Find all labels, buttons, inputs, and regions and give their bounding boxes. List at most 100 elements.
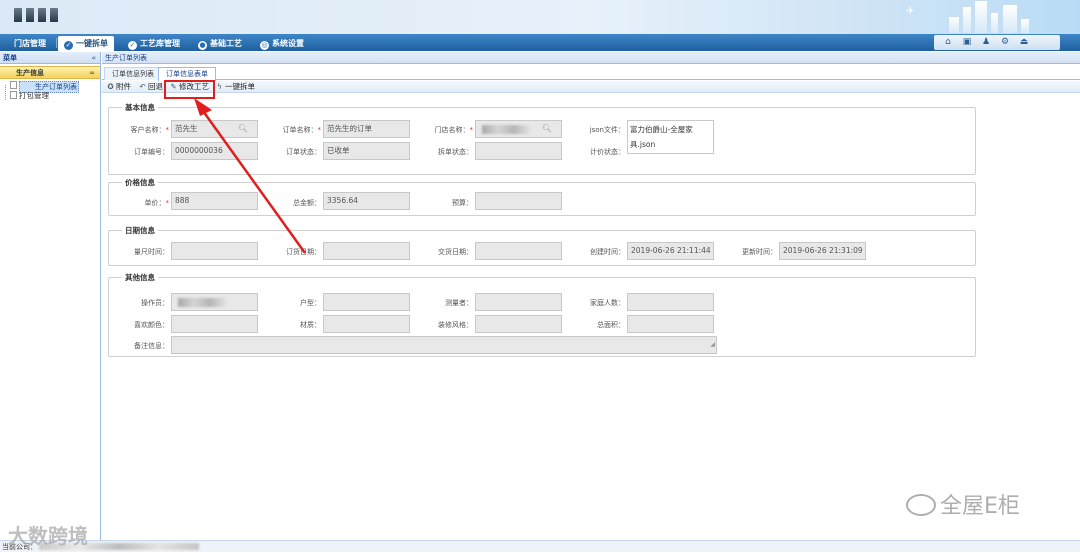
unit-price-label: 单价：* bbox=[144, 199, 170, 207]
house-type-label: 户型： bbox=[300, 299, 321, 307]
nav-tab-one-click-split[interactable]: ✓ 一键拆单 bbox=[58, 36, 114, 51]
measure-time-label: 量尺时间： bbox=[134, 248, 169, 256]
calendar-icon[interactable]: ▣ bbox=[961, 37, 973, 48]
measurer-field[interactable] bbox=[475, 293, 562, 311]
highlight-box bbox=[164, 80, 215, 99]
total-amount-label: 总金额： bbox=[293, 199, 321, 207]
compass-icon: ● bbox=[198, 41, 207, 50]
updated-time-field[interactable]: 2019-06-26 21:31:09 bbox=[779, 242, 866, 260]
customer-name-field[interactable]: 范先生 🔍︎ bbox=[171, 120, 258, 138]
check-circle-icon: ✓ bbox=[128, 41, 137, 50]
operator-field[interactable] bbox=[171, 293, 258, 311]
family-size-label: 家庭人数： bbox=[590, 299, 625, 307]
remark-label: 备注信息： bbox=[134, 342, 169, 350]
material-label: 材质： bbox=[300, 321, 321, 329]
back-icon: ↶ bbox=[139, 82, 146, 91]
updated-time-label: 更新时间： bbox=[742, 248, 777, 256]
created-time-field[interactable]: 2019-06-26 21:11:44 bbox=[627, 242, 714, 260]
home-icon[interactable]: ⌂ bbox=[942, 37, 954, 48]
document-icon bbox=[10, 91, 17, 99]
customer-name-label: 客户名称：* bbox=[130, 126, 170, 134]
nav-tab-store-management[interactable]: 门店管理 bbox=[8, 36, 52, 51]
section-date-info: 日期信息 量尺时间： 订货日期： 交货日期： 创建时间： 2019-06-26 … bbox=[108, 225, 976, 266]
lightning-icon: ϟ bbox=[217, 82, 222, 91]
delivery-date-field[interactable] bbox=[475, 242, 562, 260]
gear-icon[interactable]: ⚙ bbox=[999, 37, 1011, 48]
total-amount-field[interactable]: 3356.64 bbox=[323, 192, 410, 210]
order-status-field[interactable]: 已收单 bbox=[323, 142, 410, 160]
attachment-icon: ✪ bbox=[107, 82, 114, 91]
section-title: 基本信息 bbox=[122, 102, 158, 113]
sidebar: 菜单 « 生产信息 ≈ 生产订单列表 打包管理 bbox=[0, 52, 101, 540]
search-icon[interactable]: 🔍︎ bbox=[238, 121, 248, 137]
city-skyline-graphic bbox=[940, 0, 1050, 34]
resize-handle-icon[interactable]: ◢ bbox=[710, 337, 715, 353]
total-area-field[interactable] bbox=[627, 315, 714, 333]
decor-style-label: 装修风格： bbox=[438, 321, 473, 329]
action-toolbar: ✪ 附件 ↶ 回退 ✎ 修改工艺 ϟ 一键拆单 bbox=[102, 81, 1080, 93]
section-title: 其他信息 bbox=[122, 272, 158, 283]
remark-textarea[interactable]: ◢ bbox=[171, 336, 717, 354]
section-price-info: 价格信息 单价：* 888 总金额： 3356.64 预算： bbox=[108, 177, 976, 216]
tab-order-info-list[interactable]: 订单信息列表 bbox=[104, 67, 162, 80]
measurer-label: 测量者： bbox=[445, 299, 473, 307]
section-basic-info: 基本信息 客户名称：* 范先生 🔍︎ 订单名称：* 范先生的订单 门店名称：* 🔍… bbox=[108, 102, 976, 175]
header-toolbar: ⌂ ▣ ♟ ⚙ ⏏ bbox=[934, 35, 1060, 50]
json-file-field[interactable]: 富力伯爵山-全屋家具.json bbox=[627, 120, 714, 154]
sidebar-item-packing[interactable]: 打包管理 bbox=[0, 91, 100, 101]
sidebar-group-production-info[interactable]: 生产信息 ≈ bbox=[0, 66, 100, 79]
tab-order-info-form[interactable]: 订单信息表单 bbox=[158, 67, 216, 81]
split-status-field[interactable] bbox=[475, 142, 562, 160]
collapse-sidebar-button[interactable]: « bbox=[91, 52, 96, 64]
budget-label: 预算： bbox=[452, 199, 473, 207]
pricing-status-label: 计价状态： bbox=[590, 148, 625, 156]
delivery-date-label: 交货日期： bbox=[438, 248, 473, 256]
order-date-field[interactable] bbox=[323, 242, 410, 260]
main-nav: 门店管理 ✓ 一键拆单 ✓ 工艺库管理 ● 基础工艺 ◎ 系统设置 ⌂ ▣ ♟ ⚙ ⏏ bbox=[0, 34, 1080, 51]
order-date-label: 订货日期： bbox=[286, 248, 321, 256]
order-no-field[interactable]: 0000000036 bbox=[171, 142, 258, 160]
total-area-label: 总面积： bbox=[597, 321, 625, 329]
main-panel: 生产订单列表 订单信息列表 订单信息表单 ✪ 附件 ↶ 回退 ✎ 修改工艺 ϟ 一键拆单… bbox=[102, 52, 1080, 540]
unit-price-field[interactable]: 888 bbox=[171, 192, 258, 210]
decor-style-field[interactable] bbox=[475, 315, 562, 333]
nav-divider bbox=[56, 38, 57, 48]
back-button[interactable]: ↶ 回退 bbox=[138, 81, 163, 93]
user-icon[interactable]: ♟ bbox=[980, 37, 992, 48]
operator-label: 操作员： bbox=[141, 299, 169, 307]
measure-time-field[interactable] bbox=[171, 242, 258, 260]
sub-tab-bar: 订单信息列表 订单信息表单 bbox=[102, 66, 1080, 81]
check-circle-icon: ✓ bbox=[64, 41, 73, 50]
order-name-field[interactable]: 范先生的订单 bbox=[323, 120, 410, 138]
wechat-icon bbox=[906, 494, 936, 516]
favorite-color-label: 喜欢颜色： bbox=[134, 321, 169, 329]
app-logo bbox=[14, 8, 58, 22]
material-field[interactable] bbox=[323, 315, 410, 333]
nav-tab-craft-library[interactable]: ✓ 工艺库管理 bbox=[122, 36, 186, 51]
house-type-field[interactable] bbox=[323, 293, 410, 311]
one-click-split-button[interactable]: ϟ 一键拆单 bbox=[215, 81, 255, 93]
nav-tab-system-settings[interactable]: ◎ 系统设置 bbox=[254, 36, 310, 51]
document-icon bbox=[10, 81, 17, 89]
sidebar-item-production-orders[interactable]: 生产订单列表 bbox=[0, 81, 100, 93]
store-name-field[interactable]: 🔍︎ bbox=[475, 120, 562, 138]
attachment-button[interactable]: ✪ 附件 bbox=[106, 81, 131, 93]
nav-tab-basic-craft[interactable]: ● 基础工艺 bbox=[192, 36, 248, 51]
section-other-info: 其他信息 操作员： 户型： 测量者： 家庭人数： 喜欢颜色： 材质： 装修风格：… bbox=[108, 272, 976, 357]
airplane-icon: ✈ bbox=[906, 6, 915, 17]
watermark-right: 全屋E柜 bbox=[906, 488, 1020, 520]
section-title: 价格信息 bbox=[122, 177, 158, 188]
chevron-up-icon[interactable]: ≈ bbox=[89, 67, 95, 79]
status-bar: 当前公司： bbox=[0, 540, 1080, 552]
budget-field[interactable] bbox=[475, 192, 562, 210]
split-status-label: 拆单状态： bbox=[438, 148, 473, 156]
created-time-label: 创建时间： bbox=[590, 248, 625, 256]
json-file-label: json文件： bbox=[589, 126, 625, 134]
family-size-field[interactable] bbox=[627, 293, 714, 311]
favorite-color-field[interactable] bbox=[171, 315, 258, 333]
order-status-label: 订单状态： bbox=[286, 148, 321, 156]
search-icon[interactable]: 🔍︎ bbox=[542, 121, 552, 137]
app-header: ✈ bbox=[0, 0, 1080, 34]
settings-icon: ◎ bbox=[260, 41, 269, 50]
exit-icon[interactable]: ⏏ bbox=[1018, 37, 1030, 48]
